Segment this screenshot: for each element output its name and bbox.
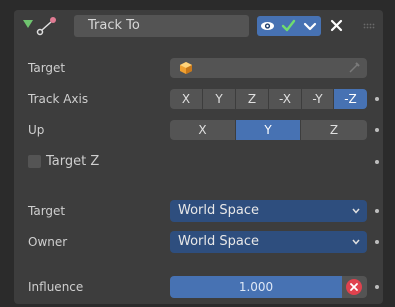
clear-x-icon <box>346 279 362 295</box>
visibility-toggle[interactable] <box>257 16 278 36</box>
enable-toggle[interactable] <box>278 16 299 36</box>
target-z-checkbox[interactable] <box>28 155 41 168</box>
target-object-field[interactable] <box>170 58 367 78</box>
eyedropper-icon[interactable] <box>347 61 361 75</box>
close-icon <box>330 19 343 32</box>
delete-constraint-button[interactable] <box>327 16 347 36</box>
constraint-menu-button[interactable] <box>299 16 321 36</box>
keyframe-dot[interactable] <box>375 209 379 213</box>
check-icon <box>281 19 296 32</box>
keyframe-dot[interactable] <box>375 285 379 289</box>
keyframe-dot[interactable] <box>375 240 379 244</box>
track-axis-option[interactable]: -X <box>269 89 302 109</box>
chevron-down-icon <box>352 239 360 245</box>
chevron-down-icon <box>352 208 360 214</box>
drag-grip-icon[interactable] <box>363 23 375 29</box>
target-space-label: Target <box>28 204 66 218</box>
influence-label: Influence <box>28 280 84 294</box>
up-axis-option[interactable]: X <box>170 120 236 140</box>
owner-space-dropdown[interactable]: World Space <box>170 231 367 253</box>
target-space-dropdown[interactable]: World Space <box>170 200 367 222</box>
track-axis-option[interactable]: -Y <box>302 89 334 109</box>
target-z-label: Target Z <box>46 154 100 169</box>
up-axis-selector: X Y Z <box>170 120 367 140</box>
track-axis-option[interactable]: Z <box>236 89 269 109</box>
up-axis-option-selected[interactable]: Y <box>236 120 301 140</box>
constraint-name-field[interactable]: Track To <box>74 15 249 37</box>
track-to-constraint-icon <box>36 17 56 36</box>
up-axis-option[interactable]: Z <box>301 120 367 140</box>
target-space-value: World Space <box>178 203 260 218</box>
track-axis-selector: X Y Z -X -Y -Z <box>170 89 367 109</box>
track-axis-option-selected[interactable]: -Z <box>334 89 367 109</box>
object-cube-icon <box>180 62 192 74</box>
keyframe-dot[interactable] <box>375 160 379 164</box>
owner-space-value: World Space <box>178 234 260 249</box>
owner-space-label: Owner <box>28 235 68 249</box>
collapse-triangle-icon[interactable] <box>23 20 33 28</box>
track-axis-label: Track Axis <box>28 92 89 106</box>
keyframe-dot[interactable] <box>375 128 379 132</box>
eye-icon <box>261 22 274 30</box>
track-axis-option[interactable]: X <box>170 89 203 109</box>
keyframe-dot[interactable] <box>375 97 379 101</box>
target-label: Target <box>28 61 66 75</box>
track-axis-option[interactable]: Y <box>203 89 236 109</box>
chevron-down-icon <box>303 22 317 31</box>
constraint-header: Track To <box>14 10 383 42</box>
influence-slider[interactable]: 1.000 <box>170 276 342 298</box>
up-label: Up <box>28 123 45 137</box>
constraint-panel: Track To Target Track Axis X Y Z -X -Y -… <box>14 10 383 304</box>
disable-keep-temp-button[interactable] <box>342 276 367 298</box>
